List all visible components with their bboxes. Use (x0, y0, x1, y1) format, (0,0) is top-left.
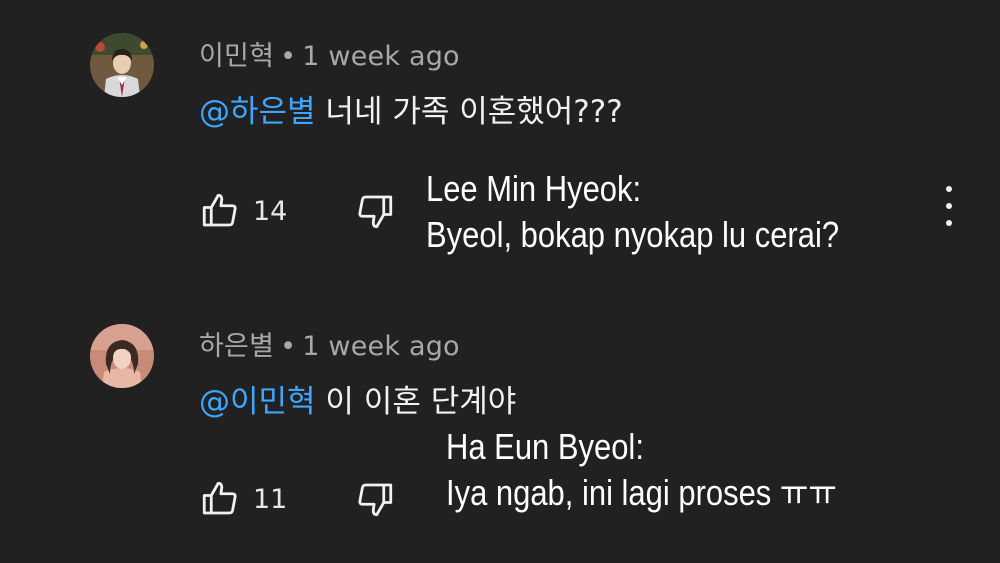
like-count: 11 (253, 483, 288, 515)
more-vert-icon[interactable] (932, 186, 966, 226)
like-button[interactable]: 14 (199, 186, 309, 236)
comment-thread-2: 하은별 • 1 week ago @이민혁 이 이혼 단계야 11 Ha Eun B… (0, 290, 1000, 563)
comment-time[interactable]: 1 week ago (302, 41, 460, 72)
comment-author[interactable]: 하은별 (199, 331, 274, 362)
avatar[interactable] (90, 324, 154, 388)
translation-speaker: Ha Eun Byeol: (446, 426, 644, 467)
dislike-button[interactable] (354, 186, 404, 236)
translation-caption: Lee Min Hyeok: Byeol, bokap nyokap lu ce… (426, 166, 839, 258)
comment-mention[interactable]: @이민혁 (199, 384, 316, 420)
avatar-image (90, 33, 154, 97)
dislike-button[interactable] (354, 474, 404, 524)
more-dot (946, 220, 952, 226)
more-dot (946, 186, 952, 192)
comment-time[interactable]: 1 week ago (302, 331, 460, 362)
avatar[interactable] (90, 33, 154, 97)
like-button[interactable]: 11 (199, 474, 309, 524)
translation-line: Iya ngab, ini lagi proses ㅠㅠ (446, 472, 837, 513)
thumbs-up-icon (202, 481, 237, 515)
comment-meta: 하은별 • 1 week ago (199, 324, 460, 363)
meta-separator: • (280, 41, 297, 72)
comment-mention[interactable]: @하은별 (199, 94, 316, 130)
like-count: 14 (253, 195, 288, 227)
comment-text: @하은별 너네 가족 이혼했어??? (199, 86, 623, 131)
translation-caption: Ha Eun Byeol: Iya ngab, ini lagi proses … (446, 424, 837, 516)
comment-meta: 이민혁 • 1 week ago (199, 34, 460, 73)
translation-line: Byeol, bokap nyokap lu cerai? (426, 214, 840, 255)
comment-body: 너네 가족 이혼했어??? (325, 94, 623, 130)
avatar-image (90, 324, 154, 388)
more-dot (946, 203, 952, 209)
comment-author[interactable]: 이민혁 (199, 41, 274, 72)
comment-body: 이 이혼 단계야 (325, 384, 517, 420)
comment-thread-1: 이민혁 • 1 week ago @하은별 너네 가족 이혼했어??? 14 Lee… (0, 0, 1000, 300)
thumbs-up-icon (202, 193, 237, 227)
thumbs-down-icon (358, 195, 393, 229)
meta-separator: • (280, 331, 297, 362)
comment-text: @이민혁 이 이혼 단계야 (199, 376, 516, 421)
translation-speaker: Lee Min Hyeok: (426, 168, 642, 209)
thumbs-down-icon (358, 483, 393, 517)
